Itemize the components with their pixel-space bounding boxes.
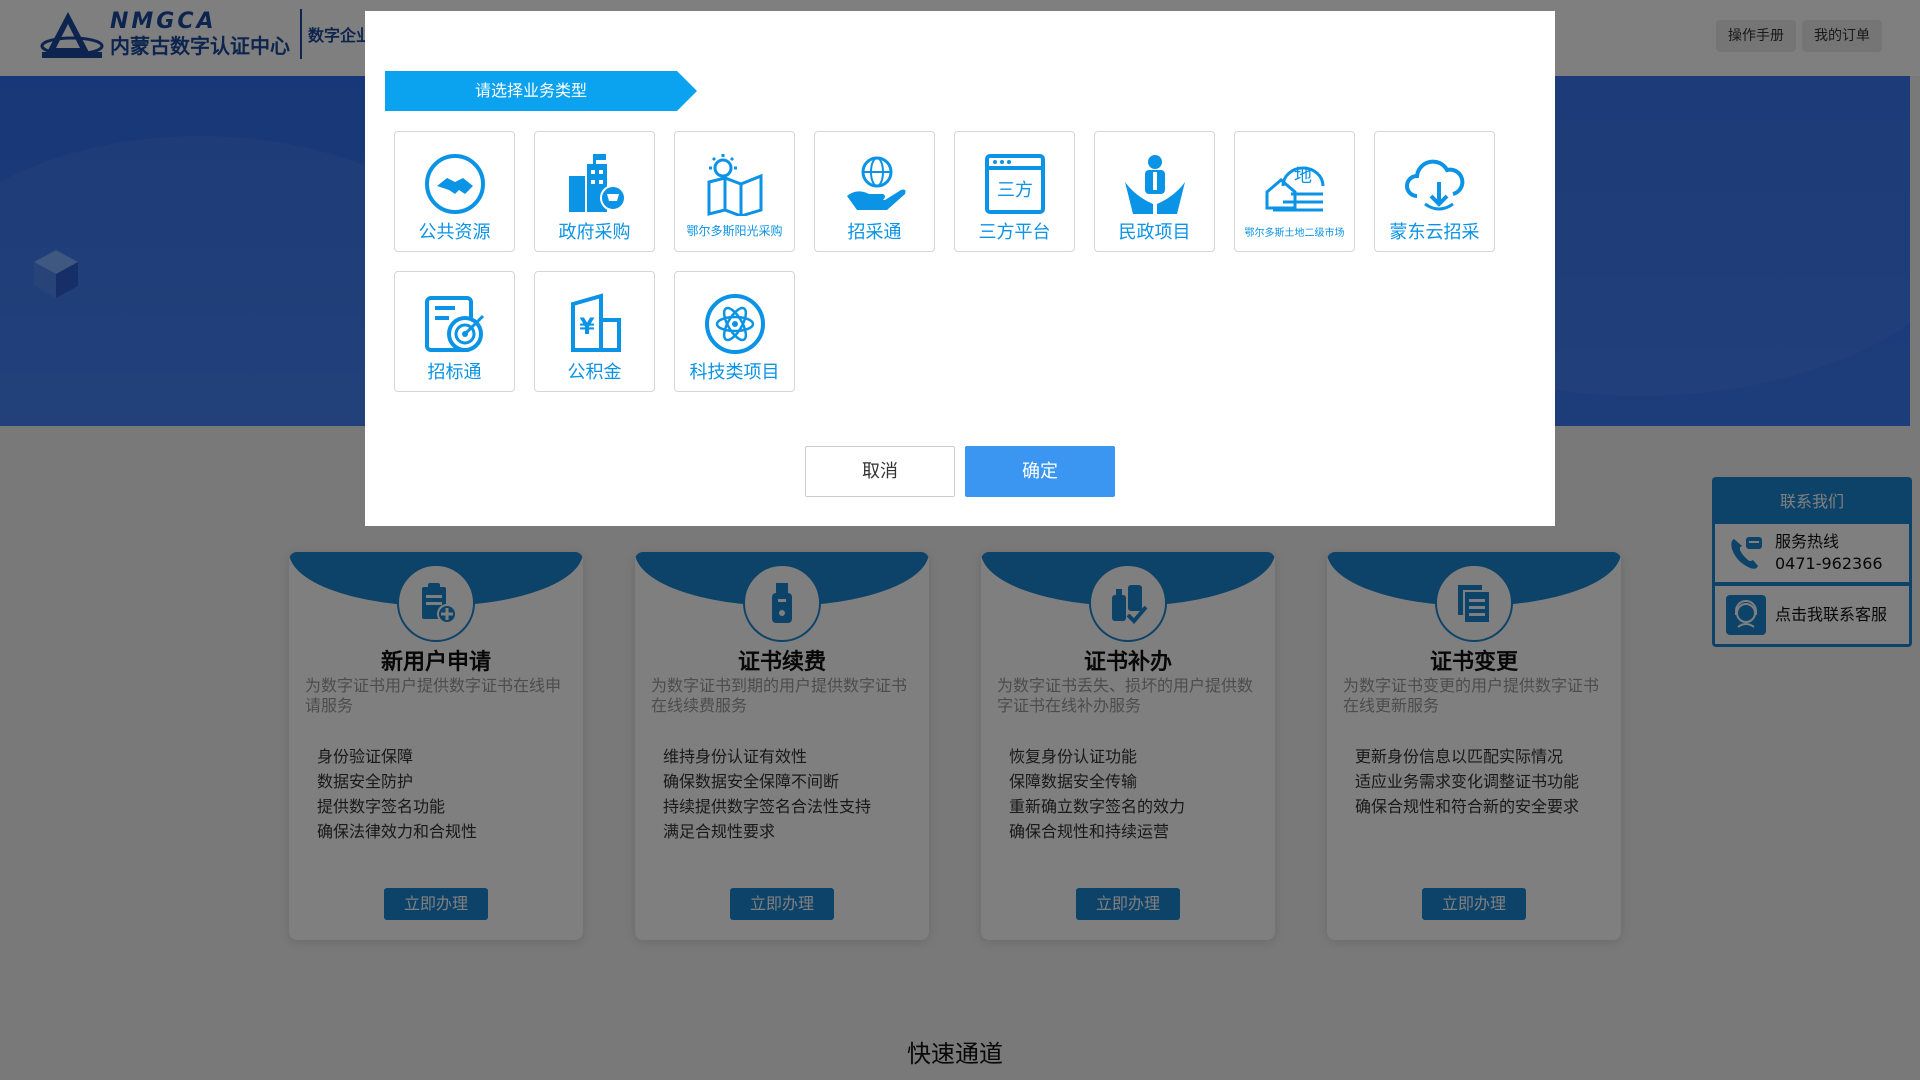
tile-label: 鄂尔多斯阳光采购 [686, 224, 783, 238]
business-type-dialog: 请选择业务类型 公共资源 政府采购 鄂尔多斯阳光采购 招采通 三方 三方平台 民… [365, 11, 1555, 526]
tile-label: 政府采购 [558, 222, 631, 243]
confirm-button[interactable]: 确定 [965, 446, 1115, 497]
tile-label: 招采通 [847, 222, 902, 243]
platform-window-icon: 三方 [983, 152, 1047, 216]
tile-civil-affairs[interactable]: 民政项目 [1094, 131, 1215, 252]
yuan-building-icon: ¥ [563, 292, 627, 356]
people-hands-icon [1123, 152, 1187, 216]
tile-label: 三方平台 [978, 222, 1051, 243]
land-house-icon: 地 [1263, 152, 1327, 216]
tile-label: 公共资源 [418, 222, 491, 243]
tile-zhaocaitong[interactable]: 招采通 [814, 131, 935, 252]
svg-text:地: 地 [1294, 166, 1312, 187]
tile-third-party-platform[interactable]: 三方 三方平台 [954, 131, 1075, 252]
svg-text:三方: 三方 [997, 180, 1033, 201]
target-document-icon [423, 292, 487, 356]
tile-public-resources[interactable]: 公共资源 [394, 131, 515, 252]
handshake-icon [423, 152, 487, 216]
tile-label: 民政项目 [1118, 222, 1191, 243]
tile-mengdong-cloud-procurement[interactable]: 蒙东云招采 [1374, 131, 1495, 252]
tile-label: 科技类项目 [689, 362, 780, 383]
tile-label: 公积金 [567, 362, 622, 383]
dialog-heading-label: 请选择业务类型 [474, 81, 587, 100]
sun-map-icon [703, 152, 767, 218]
tile-label: 鄂尔多斯土地二级市场 [1244, 228, 1345, 239]
cancel-button[interactable]: 取消 [805, 446, 955, 497]
globe-hand-icon [843, 152, 907, 216]
atom-icon [703, 292, 767, 356]
tile-bidding-pass[interactable]: 招标通 [394, 271, 515, 392]
dialog-heading: 请选择业务类型 [385, 71, 697, 111]
tile-ordos-land-market[interactable]: 地 鄂尔多斯土地二级市场 [1234, 131, 1355, 252]
tile-government-procurement[interactable]: 政府采购 [534, 131, 655, 252]
tile-label: 蒙东云招采 [1389, 222, 1480, 243]
government-building-icon [563, 152, 627, 216]
svg-text:¥: ¥ [579, 315, 595, 340]
tile-label: 招标通 [427, 362, 482, 383]
tile-ordos-sunshine-procurement[interactable]: 鄂尔多斯阳光采购 [674, 131, 795, 252]
cloud-download-icon [1403, 152, 1467, 216]
tile-housing-fund[interactable]: ¥ 公积金 [534, 271, 655, 392]
tile-technology-projects[interactable]: 科技类项目 [674, 271, 795, 392]
